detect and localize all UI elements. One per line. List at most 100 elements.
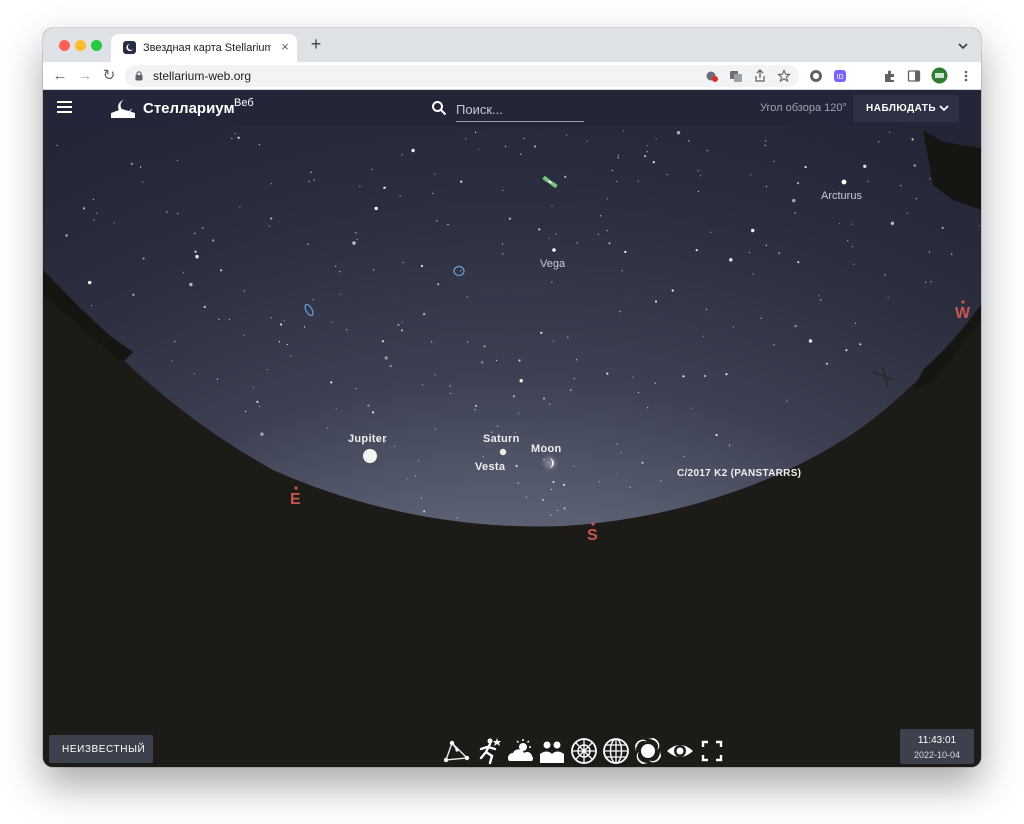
star[interactable] xyxy=(600,215,602,217)
star[interactable] xyxy=(411,148,415,153)
star[interactable] xyxy=(652,161,655,164)
share-icon[interactable] xyxy=(753,69,767,83)
star[interactable] xyxy=(854,322,857,324)
star[interactable] xyxy=(622,130,625,132)
blocked-popup-icon[interactable] xyxy=(705,69,719,83)
star[interactable] xyxy=(794,212,796,214)
star[interactable] xyxy=(750,174,752,176)
maximize-window-button[interactable] xyxy=(91,40,102,51)
star[interactable] xyxy=(796,182,800,185)
star[interactable] xyxy=(456,517,458,519)
star[interactable] xyxy=(913,164,916,167)
star[interactable] xyxy=(312,299,314,301)
star[interactable] xyxy=(683,455,685,458)
star[interactable] xyxy=(512,395,515,398)
star[interactable] xyxy=(570,389,572,391)
star[interactable] xyxy=(867,180,869,182)
star[interactable] xyxy=(177,213,179,215)
star[interactable] xyxy=(576,359,578,361)
star[interactable] xyxy=(371,411,375,414)
star[interactable] xyxy=(483,345,486,348)
star[interactable] xyxy=(700,175,702,177)
star[interactable] xyxy=(286,343,288,346)
back-button[interactable]: ← xyxy=(51,67,69,85)
star[interactable] xyxy=(552,340,554,342)
deep-sky-objects-icon[interactable] xyxy=(633,736,663,766)
star[interactable] xyxy=(266,368,269,371)
date-time-button[interactable]: 11:43:01 2022-10-04 xyxy=(900,729,974,764)
star[interactable] xyxy=(465,138,467,140)
minimize-window-button[interactable] xyxy=(75,40,86,51)
star[interactable] xyxy=(385,186,387,188)
star[interactable] xyxy=(331,321,333,323)
fullscreen-icon[interactable] xyxy=(697,736,727,766)
comet-label[interactable]: C/2017 K2 (PANSTARRS) xyxy=(677,468,801,479)
star[interactable] xyxy=(598,481,600,483)
star[interactable] xyxy=(632,376,634,378)
star[interactable] xyxy=(228,318,231,320)
star[interactable] xyxy=(617,154,619,156)
star[interactable] xyxy=(352,241,356,245)
jupiter-disk[interactable] xyxy=(363,449,377,463)
star[interactable] xyxy=(475,131,477,133)
star[interactable] xyxy=(637,180,639,182)
star[interactable] xyxy=(482,456,484,458)
star[interactable] xyxy=(773,344,775,346)
star[interactable] xyxy=(695,249,698,252)
star[interactable] xyxy=(764,144,766,147)
star[interactable] xyxy=(676,131,681,135)
star[interactable] xyxy=(421,384,424,386)
star[interactable] xyxy=(65,234,68,237)
star[interactable] xyxy=(751,228,755,233)
star[interactable] xyxy=(502,189,504,191)
star[interactable] xyxy=(56,144,58,147)
star[interactable] xyxy=(447,223,449,226)
star[interactable] xyxy=(688,140,690,142)
star[interactable] xyxy=(906,212,908,214)
new-tab-button[interactable]: + xyxy=(307,35,325,54)
star[interactable] xyxy=(646,145,648,147)
star[interactable] xyxy=(797,261,800,264)
star[interactable] xyxy=(900,185,902,187)
star[interactable] xyxy=(166,211,168,213)
star[interactable] xyxy=(371,168,373,170)
star[interactable] xyxy=(381,340,384,343)
star[interactable] xyxy=(884,274,886,276)
star[interactable] xyxy=(889,131,891,133)
star[interactable] xyxy=(449,392,452,394)
star[interactable] xyxy=(346,329,348,331)
star[interactable] xyxy=(608,242,611,245)
star[interactable] xyxy=(142,257,145,260)
reload-button[interactable]: ↻ xyxy=(100,67,118,85)
star[interactable] xyxy=(729,444,731,446)
star[interactable] xyxy=(176,159,179,162)
star[interactable] xyxy=(495,359,498,361)
star[interactable] xyxy=(616,180,618,182)
vega-label[interactable]: Vega xyxy=(540,258,565,270)
star[interactable] xyxy=(212,239,215,242)
star[interactable] xyxy=(550,514,552,516)
star[interactable] xyxy=(517,482,519,484)
star[interactable] xyxy=(538,228,541,231)
star[interactable] xyxy=(355,232,357,234)
star[interactable] xyxy=(434,428,437,430)
star[interactable] xyxy=(851,246,853,248)
star[interactable] xyxy=(460,180,463,183)
star[interactable] xyxy=(193,373,195,375)
star[interactable] xyxy=(280,323,283,326)
star[interactable] xyxy=(660,480,662,482)
location-button[interactable]: НЕИЗВЕСТНЫЙ xyxy=(49,735,153,763)
star[interactable] xyxy=(243,334,245,336)
star[interactable] xyxy=(654,300,658,303)
star[interactable] xyxy=(218,318,220,320)
star[interactable] xyxy=(436,220,438,222)
star[interactable] xyxy=(951,253,953,255)
star[interactable] xyxy=(397,323,400,326)
star[interactable] xyxy=(326,427,328,429)
star[interactable] xyxy=(838,223,841,225)
star[interactable] xyxy=(925,281,927,283)
browser-menu-icon[interactable] xyxy=(959,69,973,83)
star[interactable] xyxy=(93,219,95,221)
star[interactable] xyxy=(270,183,272,185)
star[interactable] xyxy=(290,355,292,357)
